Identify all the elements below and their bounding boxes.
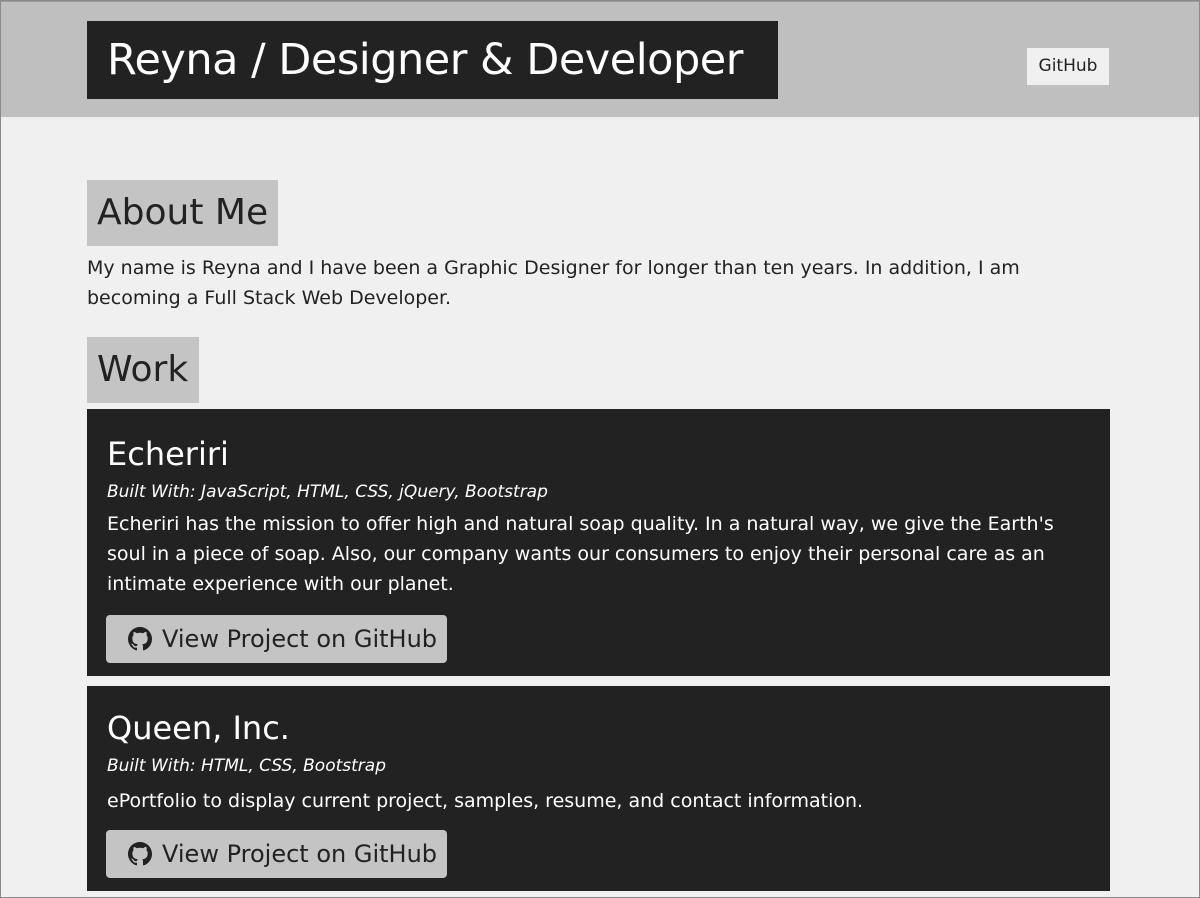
project-title: Echeriri [107,435,229,473]
github-icon [128,627,152,651]
github-nav-link[interactable]: GitHub [1027,48,1109,85]
about-heading: About Me [87,180,278,246]
about-text: My name is Reyna and I have been a Graph… [87,257,1020,309]
project-description: ePortfolio to display current project, s… [107,790,864,812]
view-project-github-button[interactable]: View Project on GitHub [106,615,447,663]
site-header: Reyna / Designer & Developer GitHub [1,1,1199,117]
button-label: View Project on GitHub [162,840,438,868]
project-title: Queen, Inc. [107,709,290,747]
project-description: Echeriri has the mission to offer high a… [107,513,1054,595]
site-title: Reyna / Designer & Developer [87,21,778,99]
github-icon [128,842,152,866]
work-heading: Work [87,337,199,403]
project-built-with: Built With: HTML, CSS, Bootstrap [107,756,386,776]
view-project-github-button[interactable]: View Project on GitHub [106,830,447,878]
button-label: View Project on GitHub [162,625,438,653]
project-card-echeriri: Echeriri Built With: JavaScript, HTML, C… [87,409,1110,676]
project-built-with: Built With: JavaScript, HTML, CSS, jQuer… [107,482,548,502]
project-card-queen: Queen, Inc. Built With: HTML, CSS, Boots… [87,686,1110,891]
